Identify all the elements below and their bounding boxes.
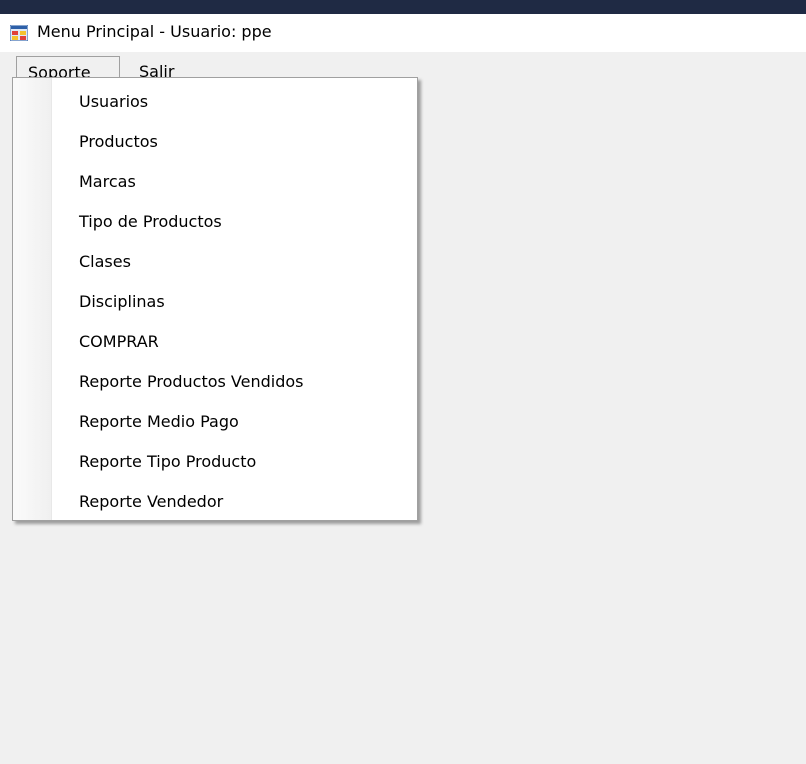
menu-item-reporte-medio-pago[interactable]: Reporte Medio Pago	[13, 403, 417, 443]
menu-item-clases[interactable]: Clases	[13, 243, 417, 283]
menu-item-marcas[interactable]: Marcas	[13, 163, 417, 203]
menu-item-tipo-de-productos[interactable]: Tipo de Productos	[13, 203, 417, 243]
menu-item-reporte-productos-vendidos[interactable]: Reporte Productos Vendidos	[13, 363, 417, 403]
menu-item-productos[interactable]: Productos	[13, 123, 417, 163]
menu-item-usuarios[interactable]: Usuarios	[13, 83, 417, 123]
soporte-dropdown: Usuarios Productos Marcas Tipo de Produc…	[12, 77, 418, 521]
dropdown-list: Usuarios Productos Marcas Tipo de Produc…	[13, 83, 417, 523]
menu-item-reporte-tipo-producto[interactable]: Reporte Tipo Producto	[13, 443, 417, 483]
window-title: Menu Principal - Usuario: ppe	[37, 22, 272, 41]
title-bar: Menu Principal - Usuario: ppe	[0, 14, 806, 52]
menu-item-disciplinas[interactable]: Disciplinas	[13, 283, 417, 323]
menu-item-comprar[interactable]: COMPRAR	[13, 323, 417, 363]
windows-form-icon	[9, 24, 29, 42]
menu-item-reporte-vendedor[interactable]: Reporte Vendedor	[13, 483, 417, 523]
